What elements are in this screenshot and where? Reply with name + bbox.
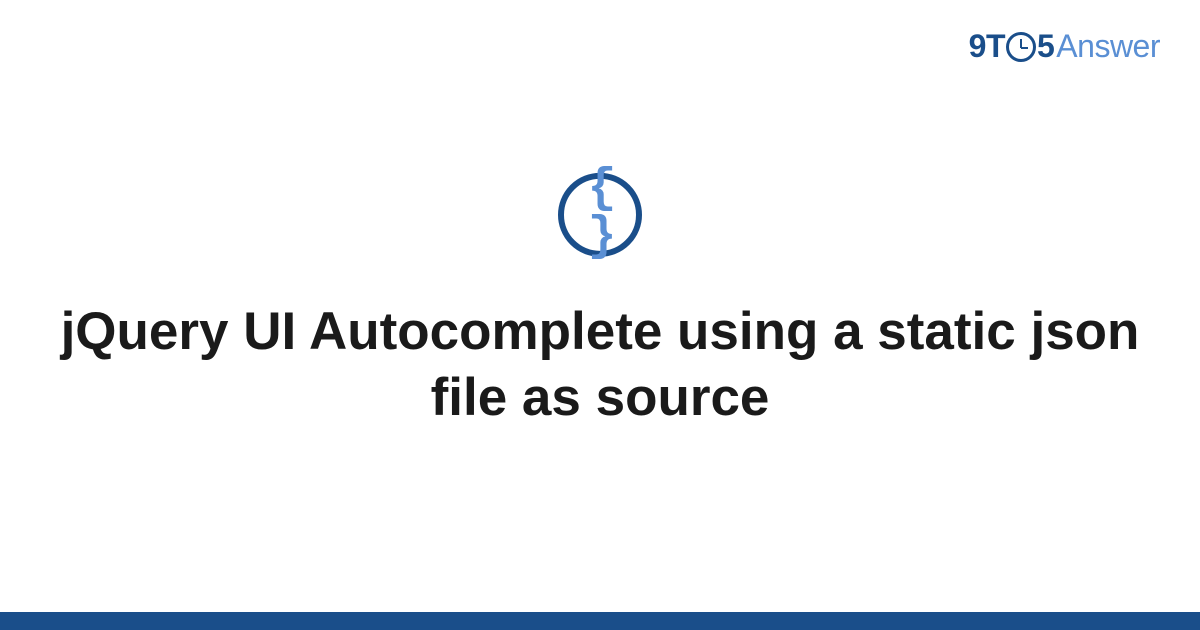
site-logo: 9T 5 Answer xyxy=(969,28,1160,65)
logo-text-answer: Answer xyxy=(1056,28,1160,65)
logo-text-5: 5 xyxy=(1037,28,1054,65)
footer-bar xyxy=(0,612,1200,630)
main-content: { } jQuery UI Autocomplete using a stati… xyxy=(0,173,1200,432)
topic-icon-circle: { } xyxy=(558,173,642,257)
page-title: jQuery UI Autocomplete using a static js… xyxy=(0,299,1200,432)
braces-icon: { } xyxy=(564,165,636,261)
logo-text-9t: 9T xyxy=(969,28,1005,65)
clock-icon xyxy=(1006,32,1036,62)
